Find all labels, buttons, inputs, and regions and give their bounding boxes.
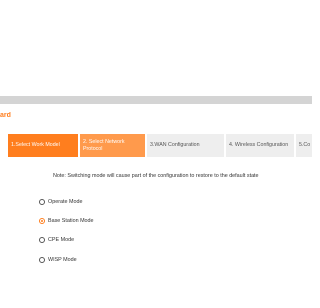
radio-button[interactable]: [39, 199, 45, 205]
step-wireless-configuration[interactable]: 4. Wireless Configuration: [226, 134, 294, 157]
radio-button[interactable]: [39, 237, 45, 243]
step-label: 4. Wireless Configuration: [229, 142, 289, 149]
step-select-work-model[interactable]: 1.Select Work Model: [8, 134, 78, 157]
step-label: 2. Select Network Protocol: [83, 139, 125, 152]
step-label: 3.WAN Configuration: [150, 142, 200, 149]
step-5[interactable]: 5.Co: [296, 134, 312, 157]
base-station-mode-label: Base Station Mode: [48, 218, 94, 224]
base-station-mode-option[interactable]: Base Station Mode: [39, 217, 94, 225]
mode-switch-note: Note: Switching mode will cause part of …: [53, 173, 259, 179]
top-bar: [0, 96, 312, 104]
wizard-steps: 1.Select Work Model 2. Select Network Pr…: [8, 134, 312, 157]
wizard-title: ard: [0, 112, 11, 119]
cpe-mode-label: CPE Mode: [48, 237, 75, 243]
step-wan-configuration[interactable]: 3.WAN Configuration: [147, 134, 224, 157]
cpe-mode-option[interactable]: CPE Mode: [39, 236, 74, 244]
step-label: 1.Select Work Model: [11, 142, 60, 149]
radio-button[interactable]: [39, 218, 45, 224]
operate-mode-label: Operate Mode: [48, 199, 83, 205]
operate-mode-option[interactable]: Operate Mode: [39, 198, 82, 206]
wisp-mode-option[interactable]: WISP Mode: [39, 256, 77, 264]
wisp-mode-label: WISP Mode: [48, 257, 77, 263]
step-label: 5.Co: [299, 142, 311, 149]
step-select-network-protocol[interactable]: 2. Select Network Protocol: [80, 134, 145, 157]
radio-button[interactable]: [39, 257, 45, 263]
